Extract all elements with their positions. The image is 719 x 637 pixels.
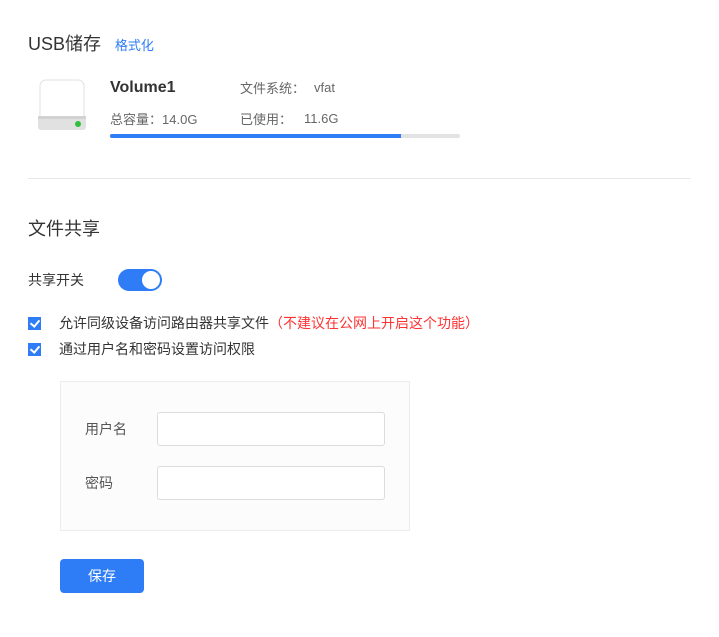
filesystem-value: vfat (314, 80, 335, 95)
capacity-label: 总容量： (110, 112, 162, 127)
storage-title: USB储存 (28, 30, 101, 56)
share-title: 文件共享 (28, 215, 100, 241)
password-input[interactable] (157, 466, 385, 500)
storage-volume-row: Volume1 文件系统： vfat 总容量：14.0G 已使用： 11.6G (28, 78, 691, 138)
share-switch-label: 共享开关 (28, 270, 118, 290)
usage-progress (110, 134, 460, 138)
checkbox-same-level[interactable] (28, 317, 41, 330)
checkbox-same-level-label: 允许同级设备访问路由器共享文件（不建议在公网上开启这个功能） (59, 313, 479, 333)
usage-progress-fill (110, 134, 401, 138)
share-switch-toggle[interactable] (118, 269, 162, 291)
opt-same-level-warn: （不建议在公网上开启这个功能） (269, 315, 479, 331)
volume-info: Volume1 文件系统： vfat 总容量：14.0G 已使用： 11.6G (110, 78, 691, 138)
disk-icon (34, 78, 90, 134)
password-label: 密码 (85, 473, 157, 493)
opt-same-level-text: 允许同级设备访问路由器共享文件 (59, 315, 269, 331)
filesystem-label: 文件系统： (240, 78, 314, 97)
username-input[interactable] (157, 412, 385, 446)
credentials-panel: 用户名 密码 (60, 381, 410, 531)
checkbox-auth-label: 通过用户名和密码设置访问权限 (59, 339, 255, 359)
storage-header: USB储存 格式化 (28, 30, 691, 56)
format-link[interactable]: 格式化 (115, 38, 154, 53)
section-divider (28, 178, 691, 179)
capacity-value: 14.0G (162, 112, 197, 127)
used-label: 已使用： (240, 109, 304, 128)
username-label: 用户名 (85, 419, 157, 439)
checkbox-auth[interactable] (28, 343, 41, 356)
save-button[interactable]: 保存 (60, 559, 144, 593)
used-value: 11.6G (304, 111, 338, 126)
volume-name: Volume1 (110, 79, 240, 97)
